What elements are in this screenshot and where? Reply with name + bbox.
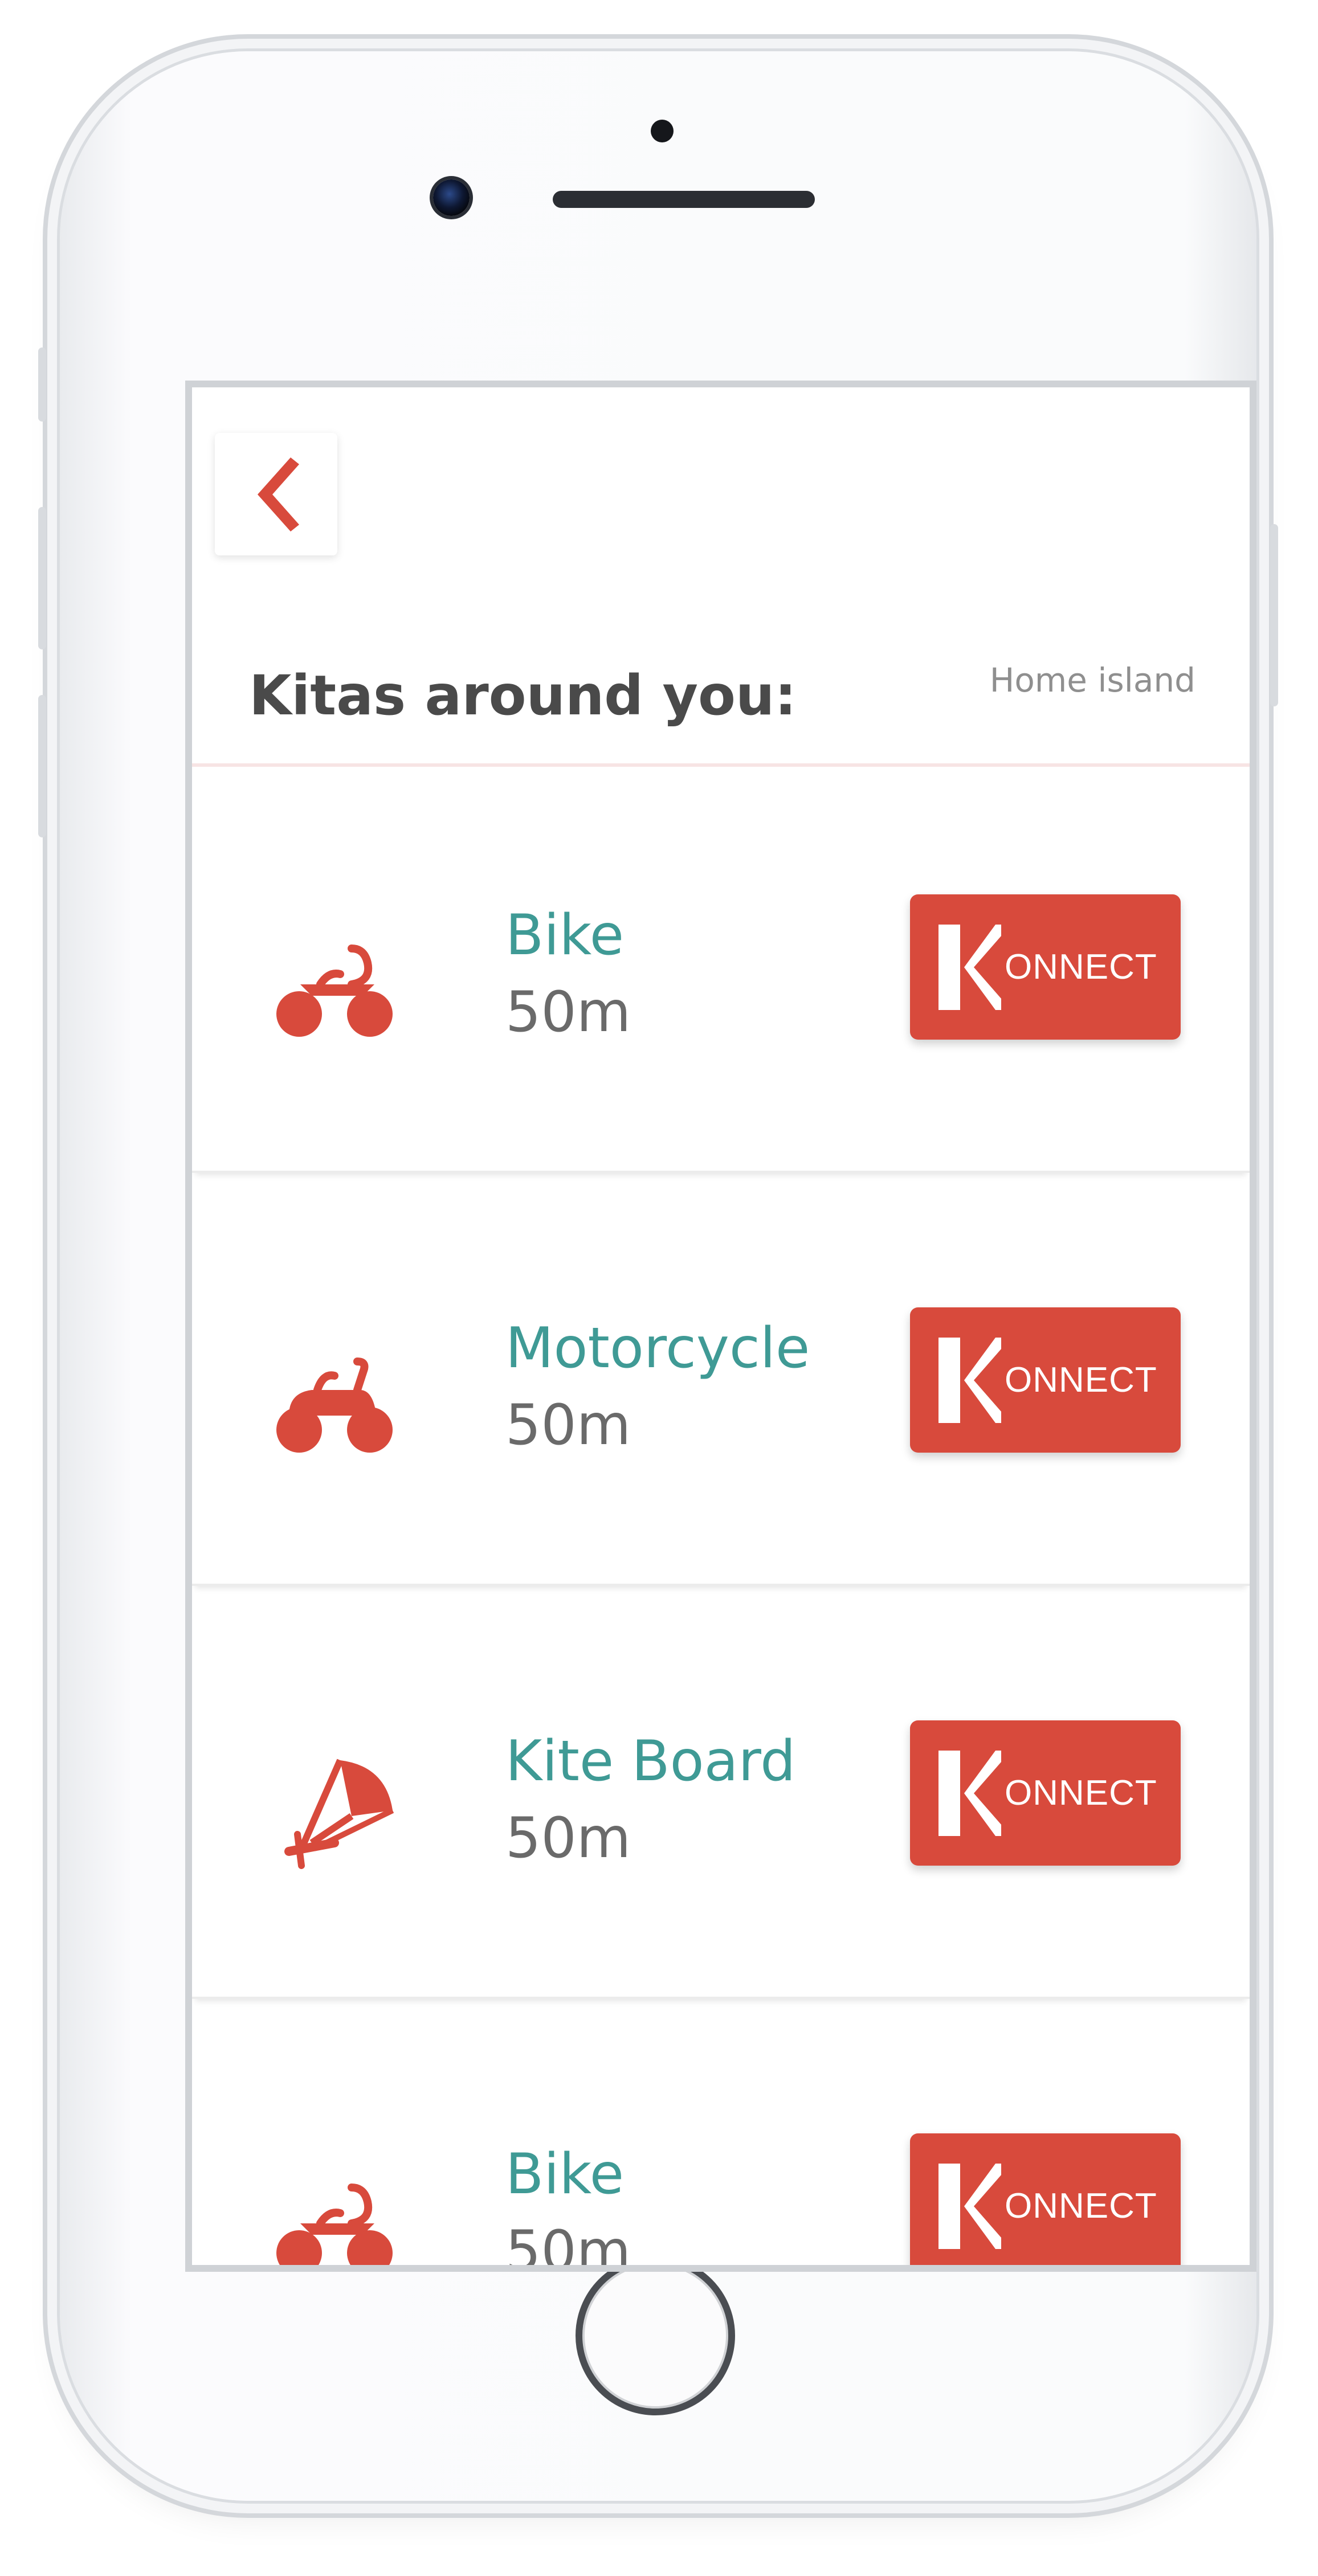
kita-card: Bike 50m ONNECT: [192, 2014, 1250, 2272]
volume-up-button: [38, 507, 46, 649]
proximity-sensor: [651, 120, 674, 142]
konnect-k-logo: [938, 924, 1001, 1010]
power-button: [1270, 524, 1278, 706]
kita-name: Bike: [505, 903, 625, 968]
home-button[interactable]: [576, 2256, 735, 2415]
location-label[interactable]: Home island: [990, 661, 1195, 700]
kita-card: Bike 50m ONNECT: [192, 775, 1250, 1173]
kita-name: Kite Board: [505, 1729, 796, 1794]
section-header: Kitas around you: Home island: [192, 615, 1250, 767]
konnect-label: ONNECT: [1005, 1360, 1157, 1400]
konnect-label: ONNECT: [1005, 2186, 1157, 2226]
konnect-button[interactable]: ONNECT: [910, 894, 1181, 1040]
volume-down-button: [38, 695, 46, 837]
konnect-label: ONNECT: [1005, 947, 1157, 987]
kite-board-icon: [284, 1759, 394, 1869]
konnect-k-logo: [938, 1337, 1001, 1423]
kita-distance: 50m: [505, 1393, 631, 1458]
kita-distance: 50m: [505, 1806, 631, 1871]
konnect-button[interactable]: ONNECT: [910, 1720, 1181, 1866]
konnect-k-logo: [938, 1750, 1001, 1836]
konnect-label: ONNECT: [1005, 1773, 1157, 1813]
app-screen: Kitas around you: Home island Bike 50m O…: [185, 381, 1256, 2272]
kita-card: Kite Board 50m ONNECT: [192, 1601, 1250, 1999]
back-button[interactable]: [215, 433, 337, 555]
mute-switch: [38, 347, 46, 422]
earpiece-speaker: [553, 191, 815, 208]
konnect-button[interactable]: ONNECT: [910, 2133, 1181, 2265]
konnect-button[interactable]: ONNECT: [910, 1307, 1181, 1453]
konnect-k-logo: [938, 2163, 1001, 2249]
front-camera: [433, 179, 470, 216]
bike-icon: [276, 2184, 393, 2265]
motorcycle-icon: [276, 1357, 393, 1453]
chevron-left-icon: [257, 457, 299, 531]
kita-distance: 50m: [505, 2219, 631, 2272]
kita-name: Motorcycle: [505, 1316, 810, 1381]
bike-icon: [276, 944, 393, 1037]
kita-card: Motorcycle 50m ONNECT: [192, 1188, 1250, 1586]
kita-name: Bike: [505, 2142, 625, 2207]
phone-frame: Kitas around you: Home island Bike 50m O…: [38, 51, 1278, 2501]
top-bar: [192, 387, 1250, 615]
kita-distance: 50m: [505, 980, 631, 1045]
section-title: Kitas around you:: [249, 664, 797, 727]
